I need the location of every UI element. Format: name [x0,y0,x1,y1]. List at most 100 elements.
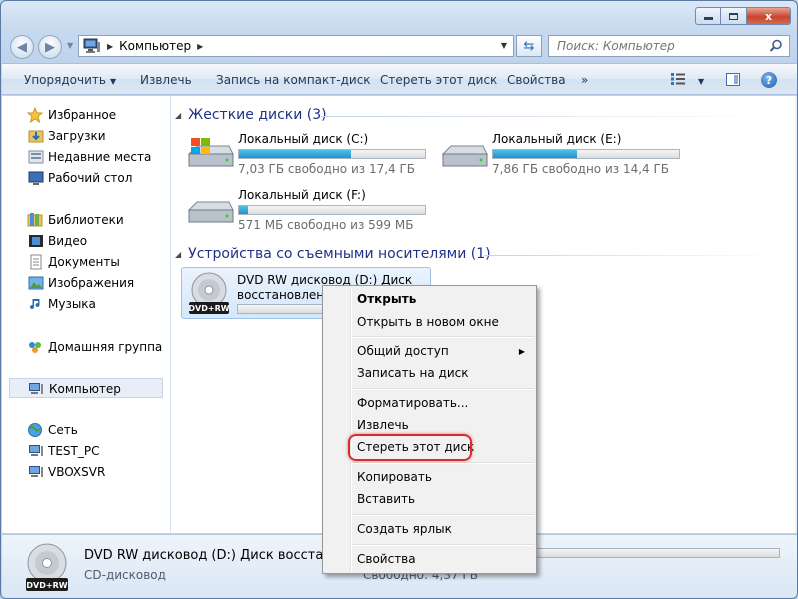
chevron-down-icon: ▼ [109,77,117,86]
command-bar: Упорядочить ▼ Извлечь Запись на компакт-д… [2,63,797,95]
menu-separator [352,544,534,546]
close-button[interactable]: x [747,7,791,25]
drive-free-space: 7,86 ГБ свободно из 14,4 ГБ [492,162,670,176]
hard-drive-icon [187,201,234,223]
eject-button[interactable]: Извлечь [140,73,192,87]
hard-drive-icon [187,138,234,167]
nav-libraries[interactable]: Библиотеки [2,210,170,230]
nav-vboxsvr[interactable]: VBOXSVR [2,462,170,482]
drive-name: Локальный диск (E:) [492,132,622,146]
nav-label: Домашняя группа [48,340,163,354]
nav-music[interactable]: Музыка [2,294,170,314]
help-icon: ? [765,73,773,87]
breadcrumb-computer[interactable]: Компьютер [119,39,191,53]
nav-test-pc[interactable]: TEST_PC [2,441,170,461]
nav-pictures[interactable]: Изображения [2,273,170,293]
dvd-disc-icon: DVD+RW [26,543,68,591]
chevron-down-icon: ▼ [698,77,705,86]
preview-pane-icon[interactable] [726,73,740,86]
minimize-button[interactable] [695,7,721,25]
collapse-triangle-icon[interactable]: ◢ [175,250,181,259]
nav-label: Сеть [48,423,78,437]
menu-item-open[interactable]: Открыть [357,292,416,306]
more-commands-button[interactable]: » [581,73,588,87]
menu-item-label: Общий доступ [357,344,449,358]
recent-pages-dropdown[interactable]: ▼ [67,41,73,50]
nav-label: Музыка [48,297,96,311]
drive-name: Локальный диск (F:) [238,188,366,202]
burn-cd-button[interactable]: Запись на компакт-диск [216,73,371,87]
menu-gutter [350,288,352,571]
properties-button[interactable]: Свойства [507,73,566,87]
music-icon [30,299,40,310]
nav-label: Недавние места [48,150,152,164]
chevron-down-icon: ▼ [67,41,74,50]
documents-icon [30,254,42,270]
drive-usage-bar [238,205,426,215]
network-computer-icon [29,466,43,477]
menu-item-properties[interactable]: Свойства [357,552,416,566]
nav-documents[interactable]: Документы [2,252,170,272]
menu-item-share[interactable]: Общий доступ [357,344,527,358]
nav-downloads[interactable]: Загрузки [2,126,170,146]
breadcrumb-chevron-icon[interactable]: ▶ [107,42,113,51]
address-bar[interactable]: ▶ Компьютер ▶ ▼ [78,35,514,57]
menu-item-create-shortcut[interactable]: Создать ярлык [357,522,452,536]
drive-name: Локальный диск (C:) [238,132,369,146]
computer-icon [29,383,43,394]
arrow-left-icon: ◀ [17,39,27,55]
organize-button[interactable]: Упорядочить ▼ [24,73,116,87]
view-options-dropdown[interactable]: ▼ [694,73,704,87]
menu-item-format[interactable]: Форматировать... [357,396,468,410]
menu-item-eject[interactable]: Извлечь [357,418,409,432]
nav-label: Избранное [48,108,117,122]
drive-usage-bar [492,149,680,159]
nav-homegroup[interactable]: Домашняя группа [2,337,170,357]
explorer-window: x ◀ ▶ ▼ ▶ Компьютер ▶ ▼ ⇆ Упорядочить▼ И… [0,0,798,599]
breadcrumb-chevron-icon[interactable]: ▶ [197,42,203,51]
forward-button[interactable]: ▶ [38,35,62,59]
nav-desktop[interactable]: Рабочий стол [2,168,170,188]
annotation-highlight-ring [348,434,472,461]
nav-recent-places[interactable]: Недавние места [2,147,170,167]
maximize-icon [729,12,738,20]
nav-label: Видео [48,234,88,248]
menu-item-copy[interactable]: Копировать [357,470,432,484]
homegroup-icon [29,342,41,353]
caption-buttons: x [695,7,791,25]
nav-network[interactable]: Сеть [2,420,170,440]
drive-usage-fill [493,150,577,158]
navigation-pane: Избранное Загрузки Недавние места Рабочи… [2,96,171,533]
menu-item-open-new-window[interactable]: Открыть в новом окне [357,315,499,329]
maximize-button[interactable] [721,7,747,25]
menu-separator [352,336,534,338]
back-button[interactable]: ◀ [10,35,34,59]
nav-favorites[interactable]: Избранное [2,105,170,125]
menu-item-paste[interactable]: Вставить [357,492,415,506]
nav-label: Документы [48,255,120,269]
computer-icon [83,38,100,53]
recent-places-icon [28,150,44,164]
group-hard-disks[interactable]: ◢ Жесткие диски (3) [175,107,327,123]
nav-label: Компьютер [49,382,121,396]
nav-computer[interactable]: Компьютер [9,378,163,398]
search-input[interactable] [557,39,757,53]
nav-label: Загрузки [48,129,106,143]
search-icon[interactable] [769,39,783,53]
network-globe-icon [28,423,42,437]
details-item-type: CD-дисковод [84,568,166,582]
erase-disc-button[interactable]: Стереть этот диск [380,73,497,87]
collapse-triangle-icon[interactable]: ◢ [175,111,181,120]
refresh-button[interactable]: ⇆ [516,35,542,57]
group-removable[interactable]: ◢ Устройства со съемными носителями (1) [175,246,491,262]
menu-item-burn[interactable]: Записать на диск [357,366,468,380]
help-button[interactable]: ? [761,72,777,88]
change-view-icon[interactable] [671,73,685,85]
organize-label: Упорядочить [24,73,106,87]
nav-video[interactable]: Видео [2,231,170,251]
network-computer-icon [29,445,43,456]
address-dropdown-icon[interactable]: ▼ [501,41,507,50]
group-title: Устройства со съемными носителями (1) [188,246,491,262]
search-box[interactable] [548,35,790,57]
submenu-arrow-icon: ▶ [518,347,525,356]
